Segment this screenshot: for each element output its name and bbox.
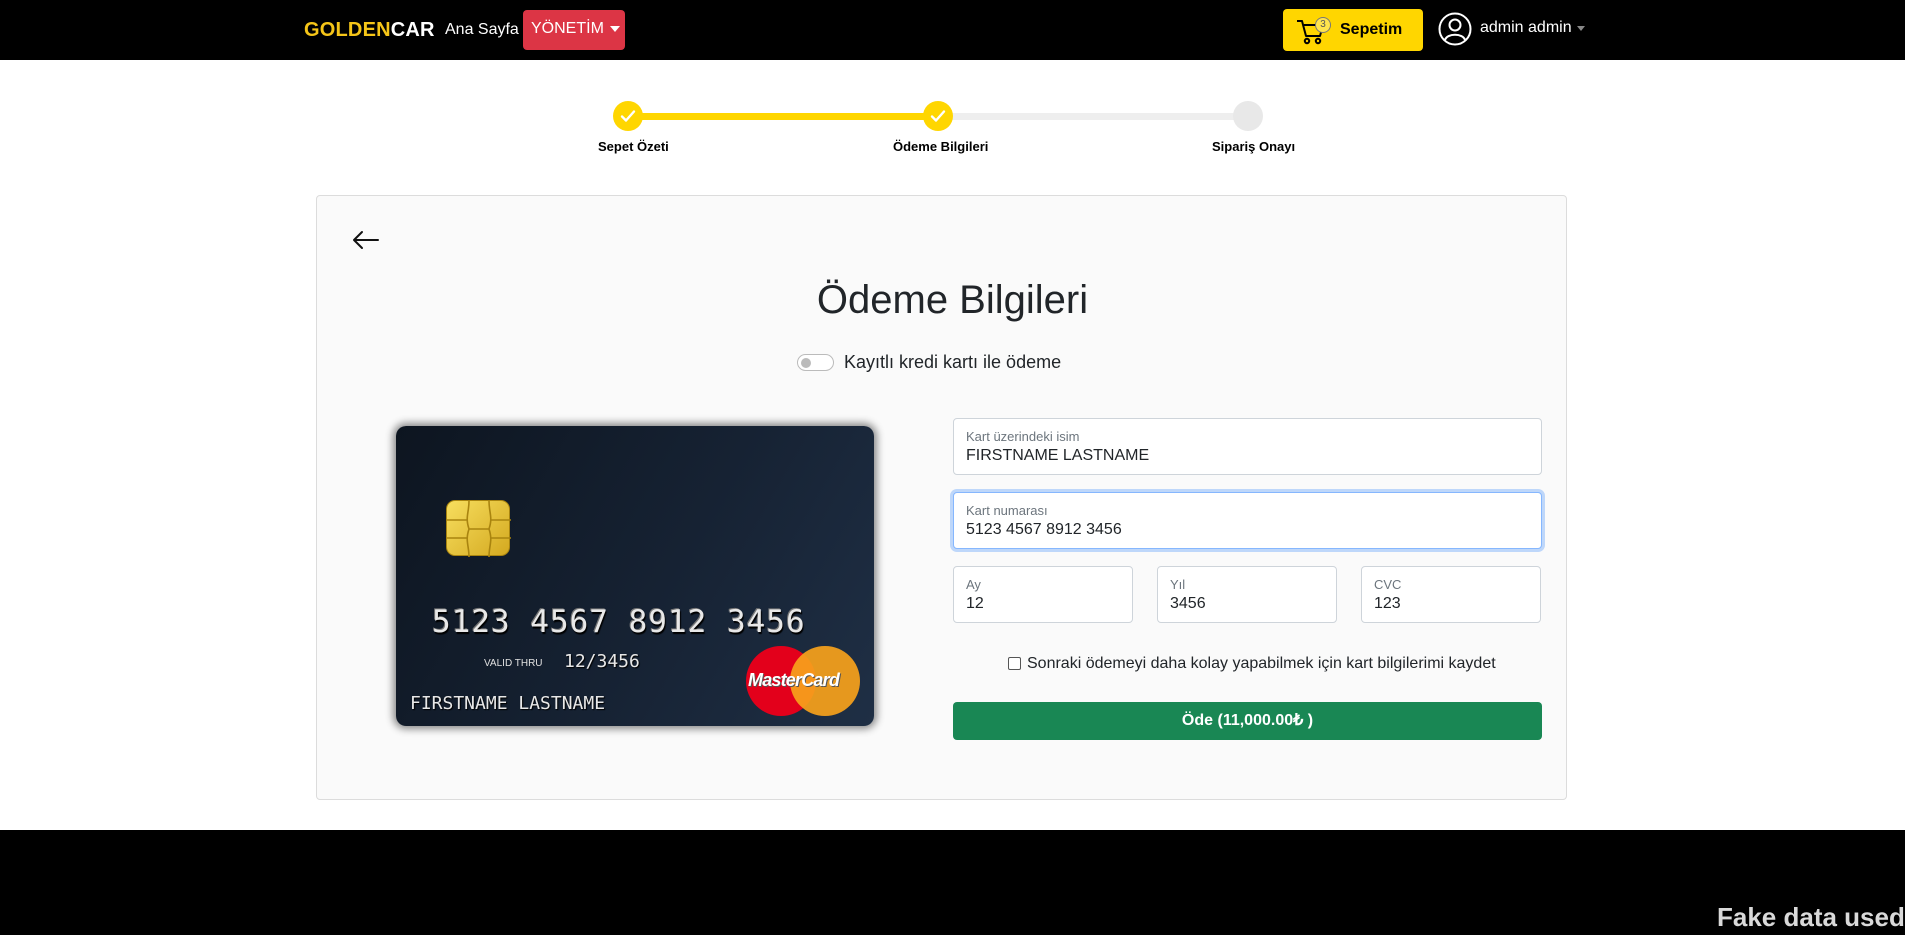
stepper-progress-done: [628, 113, 938, 120]
brand-white-text: CAR: [390, 19, 435, 41]
stepper-progress-pending: [938, 113, 1248, 120]
valid-thru-value: 12/3456: [564, 651, 640, 672]
page-title: Ödeme Bilgileri: [816, 278, 1089, 322]
save-card-checkbox[interactable]: [1008, 657, 1021, 670]
cvc-field[interactable]: CVC: [1361, 566, 1541, 623]
chevron-down-icon: [1577, 26, 1585, 31]
admin-dropdown-button[interactable]: YÖNETİM: [523, 10, 625, 50]
brand-logo[interactable]: GOLDENCAR: [304, 19, 435, 42]
fake-data-note: Fake data used: [1717, 902, 1905, 932]
caret-down-icon: [609, 25, 620, 32]
year-label: Yıl: [1170, 577, 1186, 592]
card-number-field[interactable]: Kart numarası: [953, 492, 1542, 549]
card-preview-holder: FIRSTNAME LASTNAME: [410, 693, 606, 714]
saved-card-toggle[interactable]: [797, 354, 834, 371]
back-arrow-icon[interactable]: [352, 229, 380, 251]
check-icon: [930, 110, 946, 122]
chip-icon: [446, 500, 511, 558]
user-name: admin admin: [1480, 19, 1572, 36]
navbar: GOLDENCAR Ana Sayfa YÖNETİM 3 Sepetim ad…: [0, 0, 1905, 60]
credit-card-preview: 5123 4567 8912 3456 VALID THRU 12/3456 F…: [396, 426, 874, 726]
card-name-input[interactable]: [966, 447, 1529, 465]
card-preview-number: 5123 4567 8912 3456: [432, 604, 806, 640]
card-number-label: Kart numarası: [966, 503, 1048, 518]
saved-card-toggle-label: Kayıtlı kredi kartı ile ödeme: [844, 352, 1062, 372]
brand-gold-text: GOLDEN: [304, 19, 391, 41]
card-name-label: Kart üzerindeki isim: [966, 429, 1080, 444]
cvc-input[interactable]: [1374, 595, 1528, 613]
cvc-label: CVC: [1374, 577, 1402, 592]
step-3-label: Sipariş Onayı: [1212, 139, 1296, 154]
month-label: Ay: [966, 577, 981, 592]
step-1-label: Sepet Özeti: [598, 139, 669, 154]
nav-home-link[interactable]: Ana Sayfa: [445, 21, 519, 39]
toggle-knob: [801, 358, 811, 368]
user-circle-icon: [1438, 12, 1472, 46]
step-3-indicator: [1233, 101, 1263, 131]
year-field[interactable]: Yıl: [1157, 566, 1337, 623]
card-name-field[interactable]: Kart üzerindeki isim: [953, 418, 1542, 475]
step-2-label: Ödeme Bilgileri: [893, 139, 989, 154]
step-2-indicator: [923, 101, 953, 131]
cart-label: Sepetim: [1340, 21, 1403, 38]
step-1-indicator: [613, 101, 643, 131]
mastercard-text: MasterCard: [748, 670, 840, 690]
cart-count-badge: 3: [1315, 17, 1331, 33]
cart-button[interactable]: 3 Sepetim: [1283, 9, 1423, 51]
admin-dropdown-label: YÖNETİM: [531, 20, 604, 37]
pay-button[interactable]: Öde (11,000.00₺ ): [953, 702, 1542, 740]
mastercard-logo: MasterCard: [746, 646, 860, 716]
check-icon: [620, 110, 636, 122]
save-card-label[interactable]: Sonraki ödemeyi daha kolay yapabilmek iç…: [1027, 655, 1496, 673]
year-input[interactable]: [1170, 595, 1324, 613]
card-number-input[interactable]: [966, 521, 1529, 539]
month-input[interactable]: [966, 595, 1120, 613]
month-field[interactable]: Ay: [953, 566, 1133, 623]
valid-thru-label: VALID THRU: [484, 658, 543, 669]
